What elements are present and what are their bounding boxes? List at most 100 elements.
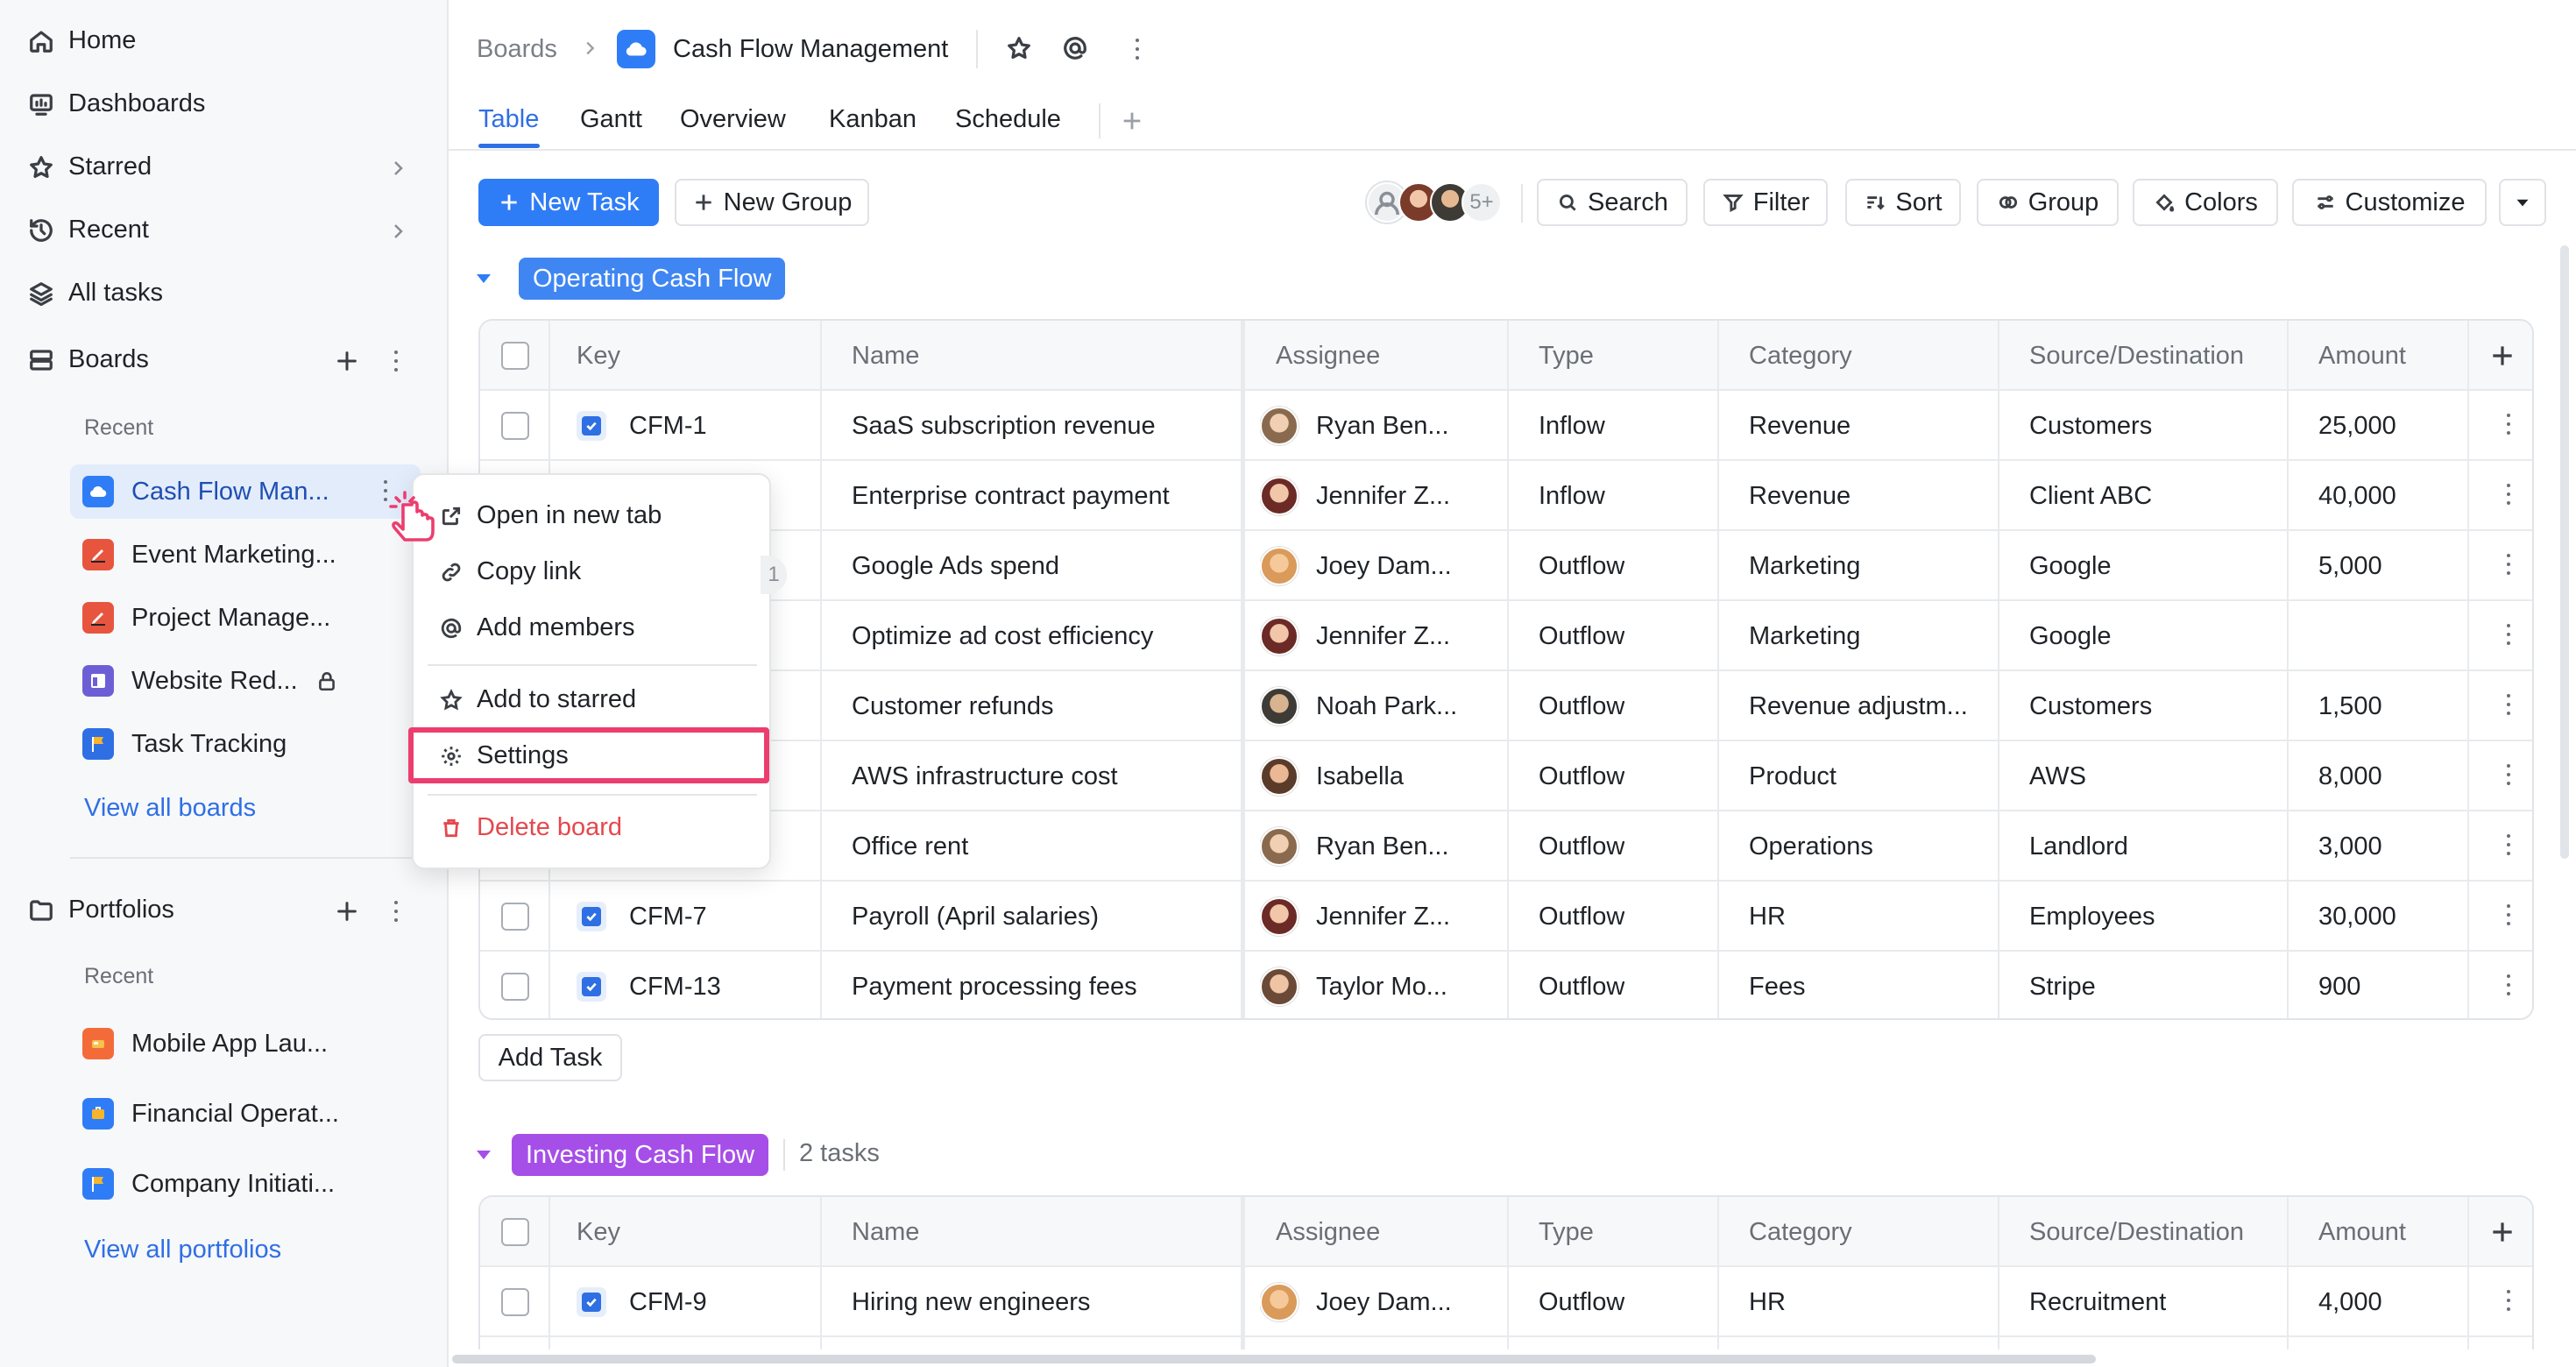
task-name[interactable]: SaaS subscription revenue	[852, 391, 1228, 461]
type-cell[interactable]: Outflow	[1539, 601, 1624, 671]
category-cell[interactable]: Operations	[1749, 811, 1985, 882]
type-cell[interactable]: Outflow	[1539, 1267, 1624, 1337]
nav-home[interactable]: Home	[28, 26, 136, 55]
row-more-icon[interactable]	[2506, 484, 2511, 508]
header-more-icon[interactable]	[1136, 39, 1141, 60]
source-destination-cell[interactable]: Customers	[2029, 391, 2152, 461]
task-name[interactable]: Hiring new engineers	[852, 1267, 1228, 1337]
board-item-cash-flow[interactable]: Cash Flow Man...	[70, 464, 421, 519]
portfolio-item-mobile-app[interactable]: Mobile App Lau...	[70, 1016, 421, 1071]
menu-settings[interactable]: Settings	[440, 741, 569, 770]
category-cell[interactable]: Product	[1749, 741, 1985, 811]
tab-gantt[interactable]: Gantt	[580, 105, 642, 134]
category-cell[interactable]: HR	[1749, 882, 1985, 952]
amount-cell[interactable]: 30,000	[2318, 882, 2396, 952]
category-cell[interactable]: HR	[1749, 1267, 1985, 1337]
portfolio-item-financial-operat[interactable]: Financial Operat...	[70, 1087, 421, 1141]
type-cell[interactable]: Outflow	[1539, 671, 1624, 741]
add-task-button[interactable]: Add Task	[478, 1034, 622, 1081]
assignee-cell[interactable]: Ryan Ben...	[1260, 811, 1497, 882]
collapse-caret-icon[interactable]	[473, 268, 494, 289]
chevron-right-icon[interactable]	[387, 221, 408, 242]
row-more-icon[interactable]	[2506, 1290, 2511, 1314]
toolbar-more-dropdown[interactable]	[2499, 179, 2546, 226]
member-avatars[interactable]: 5+	[1367, 181, 1507, 224]
row-more-icon[interactable]	[2506, 764, 2511, 789]
task-key-cell[interactable]: CFM-1	[577, 391, 707, 461]
row-checkbox[interactable]	[501, 952, 529, 1018]
customize-button[interactable]: Customize	[2292, 179, 2487, 226]
type-cell[interactable]: Inflow	[1539, 391, 1605, 461]
search-button[interactable]: Search	[1537, 179, 1688, 226]
source-destination-cell[interactable]: Google	[2029, 531, 2112, 601]
menu-open-new-tab[interactable]: Open in new tab	[440, 501, 662, 530]
source-destination-cell[interactable]: Client ABC	[2029, 461, 2152, 531]
column-header-category[interactable]: Category	[1749, 1197, 1852, 1267]
nav-all-tasks[interactable]: All tasks	[28, 279, 163, 308]
group-name-badge[interactable]: Investing Cash Flow	[512, 1134, 769, 1176]
assignee-cell[interactable]: Ryan Ben...	[1260, 391, 1497, 461]
column-header-assignee[interactable]: Assignee	[1276, 1197, 1380, 1267]
column-header-name[interactable]: Name	[852, 321, 919, 391]
menu-add-members[interactable]: Add members	[440, 613, 635, 642]
type-cell[interactable]: Outflow	[1539, 531, 1624, 601]
row-more-icon[interactable]	[2506, 904, 2511, 929]
portfolios-section-header[interactable]: Portfolios	[28, 896, 174, 924]
tab-overview[interactable]: Overview	[680, 105, 786, 134]
column-header-source[interactable]: Source/Destination	[2029, 321, 2244, 391]
source-destination-cell[interactable]: AWS	[2029, 741, 2086, 811]
amount-cell[interactable]: 900	[2318, 952, 2360, 1018]
column-header-type[interactable]: Type	[1539, 321, 1594, 391]
assignee-cell[interactable]: Noah Park...	[1260, 671, 1497, 741]
amount-cell[interactable]: 3,000	[2318, 811, 2382, 882]
group-name-badge[interactable]: Operating Cash Flow	[519, 258, 786, 300]
row-more-icon[interactable]	[2506, 554, 2511, 578]
task-name[interactable]: Enterprise contract payment	[852, 461, 1228, 531]
assignee-cell[interactable]: Isabella	[1260, 741, 1497, 811]
row-more-icon[interactable]	[2506, 414, 2511, 438]
horizontal-scrollbar[interactable]	[452, 1355, 2096, 1363]
assignee-cell[interactable]: Taylor Mo...	[1260, 952, 1497, 1018]
category-cell[interactable]: Marketing	[1749, 531, 1985, 601]
colors-button[interactable]: Colors	[2133, 179, 2278, 226]
column-header-assignee[interactable]: Assignee	[1276, 321, 1380, 391]
type-cell[interactable]: Inflow	[1539, 461, 1605, 531]
breadcrumb-boards[interactable]: Boards	[477, 35, 557, 64]
collapse-caret-icon[interactable]	[473, 1144, 494, 1165]
new-task-button[interactable]: New Task	[478, 179, 659, 226]
filter-button[interactable]: Filter	[1703, 179, 1828, 226]
group-button[interactable]: Group	[1977, 179, 2119, 226]
add-column-icon[interactable]	[2488, 1218, 2516, 1246]
category-cell[interactable]: Revenue	[1749, 461, 1985, 531]
type-cell[interactable]: Outflow	[1539, 741, 1624, 811]
amount-cell[interactable]: 5,000	[2318, 531, 2382, 601]
source-destination-cell[interactable]: Landlord	[2029, 811, 2128, 882]
task-name[interactable]: Optimize ad cost efficiency	[852, 601, 1228, 671]
boards-section-header[interactable]: Boards	[28, 345, 149, 374]
amount-cell[interactable]: 8,000	[2318, 741, 2382, 811]
row-more-icon[interactable]	[2506, 974, 2511, 999]
category-cell[interactable]: Revenue adjustm...	[1749, 671, 1985, 741]
select-all-checkbox[interactable]	[501, 1197, 529, 1267]
view-all-portfolios-link[interactable]: View all portfolios	[84, 1236, 281, 1264]
type-cell[interactable]: Outflow	[1539, 882, 1624, 952]
menu-add-to-starred[interactable]: Add to starred	[440, 685, 636, 714]
assignee-cell[interactable]: Joey Dam...	[1260, 1267, 1497, 1337]
task-name[interactable]: Google Ads spend	[852, 531, 1228, 601]
task-key-cell[interactable]: CFM-13	[577, 952, 721, 1018]
tab-kanban[interactable]: Kanban	[829, 105, 916, 134]
assignee-cell[interactable]: Jennifer Z...	[1260, 601, 1497, 671]
amount-cell[interactable]: 1,500	[2318, 671, 2382, 741]
nav-dashboards[interactable]: Dashboards	[28, 89, 205, 118]
amount-cell[interactable]: 25,000	[2318, 391, 2396, 461]
column-header-key[interactable]: Key	[577, 321, 620, 391]
category-cell[interactable]: Revenue	[1749, 391, 1985, 461]
menu-copy-link[interactable]: Copy link	[440, 557, 581, 586]
at-sign-icon[interactable]	[1062, 35, 1088, 61]
column-header-category[interactable]: Category	[1749, 321, 1852, 391]
column-header-amount[interactable]: Amount	[2318, 321, 2406, 391]
source-destination-cell[interactable]: Customers	[2029, 671, 2152, 741]
category-cell[interactable]: Marketing	[1749, 601, 1985, 671]
category-cell[interactable]: Fees	[1749, 952, 1985, 1018]
tab-schedule[interactable]: Schedule	[955, 105, 1061, 134]
